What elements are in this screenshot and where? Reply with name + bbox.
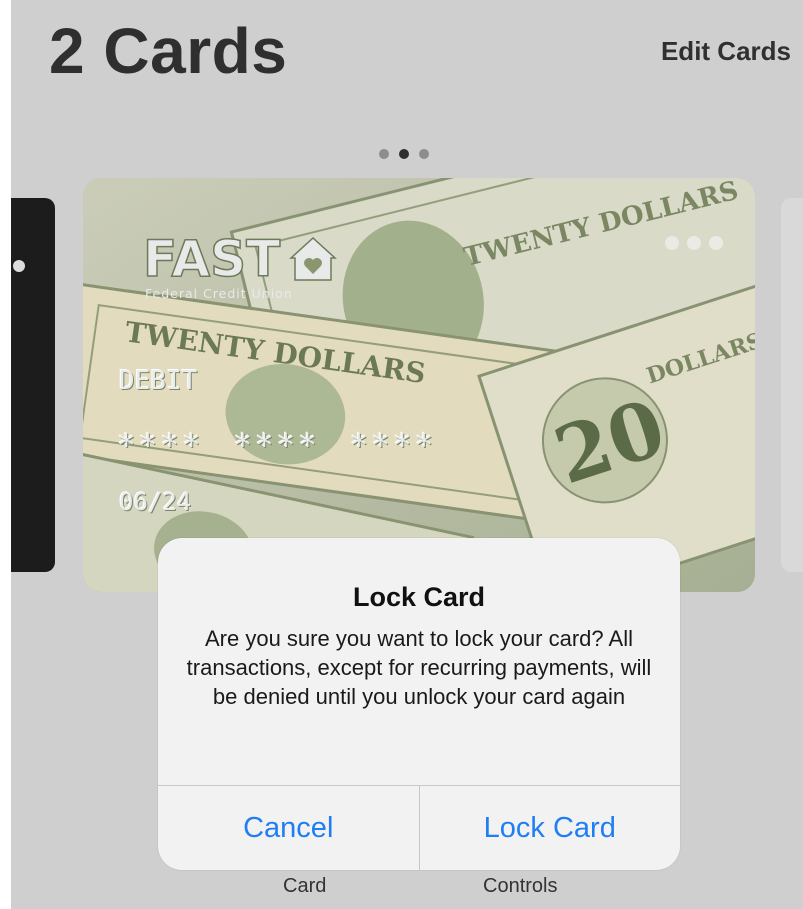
alert-title: Lock Card: [352, 582, 486, 612]
page-dot: [379, 149, 389, 159]
page-title: 2 Cards: [49, 15, 288, 87]
debit-card[interactable]: TWENTY DOLLARS 20 TWENTY DOLLARS 20 DOLL…: [83, 178, 755, 592]
alert-message: Are you sure you want to lock your card?…: [186, 626, 652, 709]
previous-card-peek[interactable]: [11, 198, 55, 572]
app-screen: 2 Cards Edit Cards TWENTY DOLLARS 20: [11, 0, 803, 909]
card-chip-icon: [13, 260, 25, 272]
more-dots-icon[interactable]: [665, 236, 723, 250]
card-type-label: DEBIT: [119, 366, 198, 396]
tab-card[interactable]: Card: [283, 875, 326, 898]
card-number: **** **** ****: [117, 428, 437, 464]
next-card-peek[interactable]: [781, 198, 803, 572]
lock-card-button[interactable]: Lock Card: [420, 786, 681, 870]
svg-text:FAST: FAST: [143, 230, 280, 288]
page-indicator: [379, 149, 429, 159]
svg-text:Federal Credit Union: Federal Credit Union: [145, 286, 293, 301]
page-dot-active: [399, 149, 409, 159]
lock-card-alert: Lock Card Are you sure you want to lock …: [158, 538, 680, 870]
alert-body: Lock Card Are you sure you want to lock …: [158, 538, 680, 785]
alert-actions: Cancel Lock Card: [158, 785, 680, 870]
tab-controls[interactable]: Controls: [483, 875, 557, 898]
cancel-button[interactable]: Cancel: [158, 786, 420, 870]
card-expiry: 06/24: [119, 488, 192, 516]
edit-cards-button[interactable]: Edit Cards: [661, 36, 791, 67]
page-dot: [419, 149, 429, 159]
